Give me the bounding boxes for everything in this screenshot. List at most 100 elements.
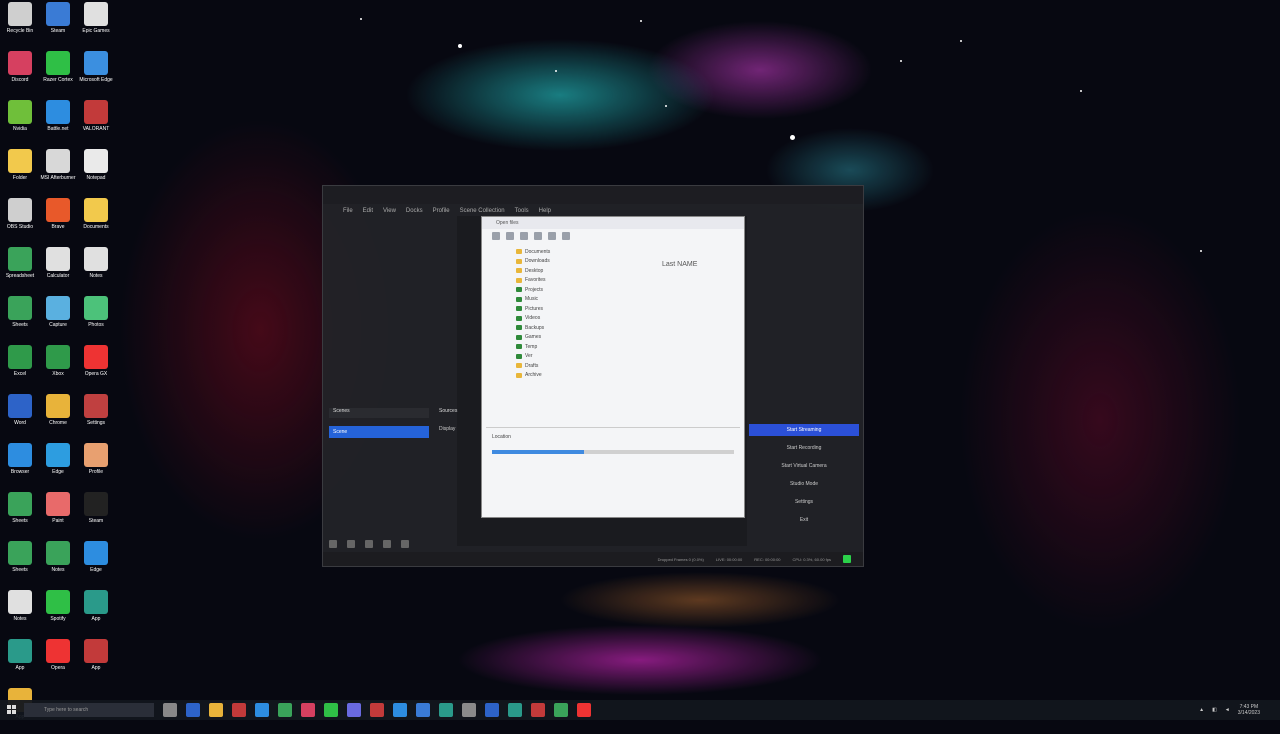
- obs-titlebar[interactable]: [323, 186, 863, 204]
- taskbar-app-icon[interactable]: [347, 703, 361, 717]
- desktop-icon[interactable]: Notes: [78, 247, 114, 293]
- start-button[interactable]: [0, 700, 24, 720]
- desktop-icon[interactable]: Folder: [2, 149, 38, 195]
- desktop-icon[interactable]: App: [78, 590, 114, 636]
- delete-icon[interactable]: [562, 232, 570, 240]
- tree-item[interactable]: Games: [502, 333, 632, 343]
- start-streaming-button[interactable]: Start Streaming: [749, 424, 859, 436]
- taskbar-app-icon[interactable]: [416, 703, 430, 717]
- desktop-icon[interactable]: MSI Afterburner: [40, 149, 76, 195]
- desktop-icon[interactable]: Capture: [40, 296, 76, 342]
- remove-icon[interactable]: [347, 540, 355, 548]
- desktop-icon[interactable]: Notes: [40, 541, 76, 587]
- tree-item[interactable]: Documents: [502, 247, 632, 257]
- taskbar-app-icon[interactable]: [462, 703, 476, 717]
- tree-item[interactable]: Music: [502, 295, 632, 305]
- tree-item[interactable]: Videos: [502, 314, 632, 324]
- desktop-icon[interactable]: Xbox: [40, 345, 76, 391]
- desktop-icon[interactable]: Steam: [78, 492, 114, 538]
- desktop-icon[interactable]: Word: [2, 394, 38, 440]
- desktop-icon[interactable]: Notepad: [78, 149, 114, 195]
- move-up-icon[interactable]: [383, 540, 391, 548]
- forward-icon[interactable]: [506, 232, 514, 240]
- desktop-icon[interactable]: Spreadsheet: [2, 247, 38, 293]
- taskbar-search[interactable]: Type here to search: [24, 703, 154, 717]
- taskbar-app-icon[interactable]: [439, 703, 453, 717]
- desktop-icon[interactable]: Excel: [2, 345, 38, 391]
- up-icon[interactable]: [520, 232, 528, 240]
- tree-item[interactable]: Pictures: [502, 304, 632, 314]
- desktop-icon[interactable]: Opera GX: [78, 345, 114, 391]
- desktop-icon[interactable]: Brave: [40, 198, 76, 244]
- new-folder-icon[interactable]: [548, 232, 556, 240]
- tree-item[interactable]: Ver: [502, 352, 632, 362]
- desktop-icon[interactable]: Calculator: [40, 247, 76, 293]
- desktop-icon[interactable]: Settings: [78, 394, 114, 440]
- desktop-icon[interactable]: Paint: [40, 492, 76, 538]
- desktop-icon[interactable]: Chrome: [40, 394, 76, 440]
- taskbar-app-icon[interactable]: [232, 703, 246, 717]
- menu-item[interactable]: Scene Collection: [460, 208, 505, 214]
- file-manager-window[interactable]: Open files Documents Downloads Desktop Favo…: [481, 216, 745, 518]
- taskbar-app-icon[interactable]: [301, 703, 315, 717]
- desktop-icon[interactable]: App: [78, 639, 114, 685]
- taskbar-app-icon[interactable]: [485, 703, 499, 717]
- source-item[interactable]: Display: [435, 426, 475, 436]
- desktop-icon[interactable]: Browser: [2, 443, 38, 489]
- menu-item[interactable]: View: [383, 208, 396, 214]
- taskbar-app-icon[interactable]: [393, 703, 407, 717]
- tree-item[interactable]: Projects: [502, 285, 632, 295]
- desktop-icon[interactable]: Recycle Bin: [2, 2, 38, 48]
- tree-item[interactable]: Archive: [502, 371, 632, 381]
- menu-item[interactable]: Edit: [363, 208, 373, 214]
- taskbar-app-icon[interactable]: [324, 703, 338, 717]
- network-icon[interactable]: ◧: [1212, 707, 1217, 713]
- clock[interactable]: 7:43 PM 3/14/2023: [1238, 704, 1260, 716]
- desktop-icon[interactable]: Documents: [78, 198, 114, 244]
- control-button[interactable]: Start Virtual Camera: [749, 460, 859, 472]
- properties-icon[interactable]: [365, 540, 373, 548]
- desktop-icon[interactable]: OBS Studio: [2, 198, 38, 244]
- taskbar-app-icon[interactable]: [186, 703, 200, 717]
- taskbar-app-icon[interactable]: [577, 703, 591, 717]
- desktop-icon[interactable]: Notes: [2, 590, 38, 636]
- desktop-icon[interactable]: Epic Games: [78, 2, 114, 48]
- taskbar-app-icon[interactable]: [209, 703, 223, 717]
- taskbar-app-icon[interactable]: [370, 703, 384, 717]
- scene-item[interactable]: Scene: [329, 426, 429, 438]
- obs-window[interactable]: File Edit View Docks Profile Scene Collection…: [322, 185, 864, 567]
- chevron-up-icon[interactable]: ▲: [1199, 707, 1204, 713]
- desktop-icon[interactable]: Photos: [78, 296, 114, 342]
- taskbar-app-icon[interactable]: [554, 703, 568, 717]
- add-icon[interactable]: [329, 540, 337, 548]
- desktop-icon[interactable]: VALORANT: [78, 100, 114, 146]
- desktop-icon[interactable]: Nvidia: [2, 100, 38, 146]
- tree-item[interactable]: Favorites: [502, 276, 632, 286]
- desktop-icon[interactable]: Profile: [78, 443, 114, 489]
- taskbar-app-icon[interactable]: [278, 703, 292, 717]
- taskbar-app-icon[interactable]: [531, 703, 545, 717]
- desktop-icon[interactable]: Battle.net: [40, 100, 76, 146]
- menu-item[interactable]: Docks: [406, 208, 423, 214]
- desktop-icon[interactable]: Edge: [40, 443, 76, 489]
- desktop-icon[interactable]: Discord: [2, 51, 38, 97]
- menu-item[interactable]: Profile: [433, 208, 450, 214]
- desktop-icon[interactable]: Sheets: [2, 296, 38, 342]
- desktop-icon[interactable]: Spotify: [40, 590, 76, 636]
- tree-item[interactable]: Backups: [502, 323, 632, 333]
- desktop-icon[interactable]: Edge: [78, 541, 114, 587]
- desktop-icon[interactable]: Microsoft Edge: [78, 51, 114, 97]
- menu-item[interactable]: Tools: [515, 208, 529, 214]
- menu-item[interactable]: File: [343, 208, 353, 214]
- desktop-icon[interactable]: App: [2, 639, 38, 685]
- desktop-icon[interactable]: Sheets: [2, 492, 38, 538]
- taskbar-app-icon[interactable]: [508, 703, 522, 717]
- tree-item[interactable]: Downloads: [502, 257, 632, 267]
- tree-item[interactable]: Desktop: [502, 266, 632, 276]
- volume-icon[interactable]: ◄: [1225, 707, 1230, 713]
- refresh-icon[interactable]: [534, 232, 542, 240]
- control-button[interactable]: Start Recording: [749, 442, 859, 454]
- desktop-icon[interactable]: Sheets: [2, 541, 38, 587]
- file-manager-title[interactable]: Open files: [482, 217, 744, 229]
- desktop-icon[interactable]: Steam: [40, 2, 76, 48]
